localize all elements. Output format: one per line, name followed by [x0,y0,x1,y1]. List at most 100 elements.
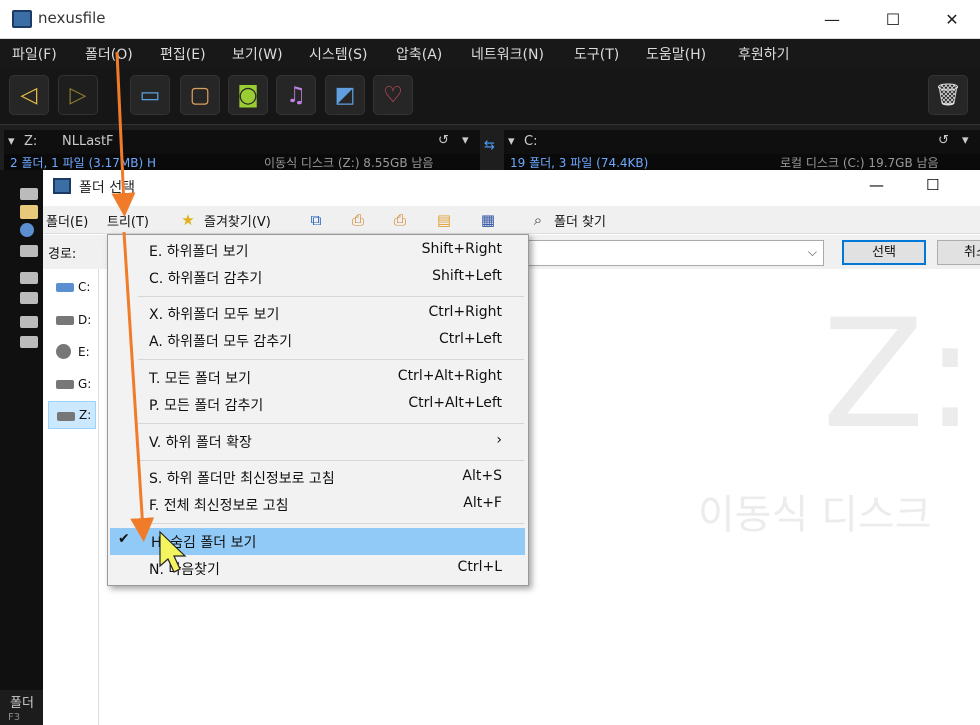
dialog-maximize-button[interactable]: ☐ [926,176,939,194]
tree-drive-e[interactable]: E: [48,337,96,367]
chevron-down-icon[interactable]: ▾ [508,134,515,149]
menu-separator [138,359,524,360]
network-icon[interactable] [20,223,34,237]
menu-item-show-all-folders[interactable]: T. 모든 폴더 보기 Ctrl+Alt+Right [108,364,528,391]
heart-icon: ♡ [383,82,403,108]
menu-item-hide-all-folders[interactable]: P. 모든 폴더 감추기 Ctrl+Alt+Left [108,391,528,418]
path-combo[interactable]: ⌵ [528,240,824,266]
drive-icon[interactable] [20,272,38,284]
cd-drive-icon[interactable] [20,292,38,304]
checkmark-icon: ✔ [118,531,130,547]
trash-icon: 🗑 [934,82,962,108]
menu-item-show-subfolders[interactable]: E. 하위폴더 보기 Shift+Right [108,237,528,264]
menu-edit[interactable]: 편집(E) [160,44,206,64]
trash-button[interactable]: 🗑 [928,75,968,115]
refresh-icon[interactable]: ↺ [438,133,449,148]
new-folder-icon[interactable]: ▤ [434,210,454,230]
menu-compress[interactable]: 압축(A) [396,44,442,64]
menu-item-show-all-subfolders[interactable]: X. 하위폴더 모두 보기 Ctrl+Right [108,300,528,327]
drive-icon[interactable] [20,336,38,348]
star-icon: ★ [181,211,195,229]
menu-donate[interactable]: 후원하기 [738,44,790,64]
menu-item-hide-all-subfolders[interactable]: A. 하위폴더 모두 감추기 Ctrl+Left [108,327,528,354]
menu-item-expand-subfolders[interactable]: V. 하위 폴더 확장 › [108,428,528,455]
app-icon [12,10,32,28]
folder-view-button[interactable]: ▢ [180,75,220,115]
cancel-button[interactable]: 취소 [937,240,980,265]
sync-arrows-icon[interactable]: ⇆ [484,138,495,153]
close-button[interactable]: ✕ [942,10,962,29]
bottom-left-panel: 폴더 F3 [0,690,43,725]
menu-help[interactable]: 도움말(H) [646,44,706,64]
left-path-folder[interactable]: NLLastF [62,134,114,149]
drive-label: G: [78,377,92,391]
select-button[interactable]: 선택 [842,240,926,265]
menu-separator [138,296,524,297]
folder-icon: ▢ [189,82,211,108]
forward-button[interactable]: ▷ [58,75,98,115]
terminal-icon: ▭ [139,82,161,108]
favorites-button[interactable]: ♡ [373,75,413,115]
right-path-bar[interactable]: ▾ C: ↺ ▾ [504,130,980,154]
menu-system[interactable]: 시스템(S) [309,44,367,64]
menu-item-refresh-all[interactable]: F. 전체 최신정보로 고침 Alt+F [108,491,528,518]
drive-icon[interactable] [20,245,38,257]
dialog-menu-find-folder[interactable]: 폴더 찾기 [554,211,606,230]
copy-folder-icon[interactable]: ⧉ [306,210,326,230]
music-icon: ♫ [286,82,306,108]
print-list-icon[interactable]: ⎙ [390,210,410,230]
drive-label: E: [78,345,90,359]
drive-label: D: [78,313,92,327]
left-path-bar[interactable]: ▾ Z: NLLastF ↺ ▾ [4,130,480,154]
drive-icon[interactable] [20,188,38,200]
dialog-minimize-button[interactable]: — [869,176,884,194]
dialog-menu-favorites[interactable]: 즐겨찾기(V) [204,211,271,230]
terminal-button[interactable]: ▭ [130,75,170,115]
chevron-down-icon[interactable]: ▾ [8,134,15,149]
menu-separator [138,460,524,461]
left-path-drive[interactable]: Z: [24,134,37,149]
film-icon[interactable]: ▦ [478,210,498,230]
back-button[interactable]: ◁ [9,75,49,115]
menu-network[interactable]: 네트워크(N) [471,44,544,64]
dropdown-icon[interactable]: ▾ [962,133,969,148]
menu-file[interactable]: 파일(F) [12,44,57,64]
dialog-menu-tree[interactable]: 트리(T) [107,211,149,230]
music-button[interactable]: ♫ [276,75,316,115]
path-label: 경로: [48,247,77,262]
video-button[interactable]: ◩ [325,75,365,115]
submenu-arrow-icon: › [496,432,502,448]
menu-item-refresh-subfolders[interactable]: S. 하위 폴더만 최신정보로 고침 Alt+S [108,464,528,491]
forward-arrow-icon: ▷ [69,82,87,108]
menu-item-hide-subfolders[interactable]: C. 하위폴더 감추기 Shift+Left [108,264,528,291]
dropdown-icon[interactable]: ▾ [462,133,469,148]
menu-view[interactable]: 보기(W) [232,44,283,64]
drive-label: C: [78,280,91,294]
magnifier-icon: ⌕ [533,211,543,229]
minimize-button[interactable]: — [822,10,842,29]
print-icon[interactable]: ⎙ [348,210,368,230]
folder-icon[interactable] [20,205,38,219]
dialog-app-icon [53,178,71,194]
tree-drive-z[interactable]: Z: [48,401,96,429]
maximize-button[interactable]: ☐ [883,10,903,29]
tree-context-menu: E. 하위폴더 보기 Shift+Right C. 하위폴더 감추기 Shift+L… [107,234,529,586]
menu-tools[interactable]: 도구(T) [574,44,619,64]
refresh-icon[interactable]: ↺ [938,133,949,148]
tree-drive-d[interactable]: D: [48,305,96,335]
tree-drive-g[interactable]: G: [48,369,96,399]
right-info-bar: 19 폴더, 3 파일 (74.4KB) 로컬 디스크 (C:) 19.7GB … [504,154,980,170]
menu-item-show-hidden-folders[interactable]: ✔ H. 숨김 폴더 보기 [110,528,525,555]
drive-icon[interactable] [20,316,38,328]
right-disk-info: 로컬 디스크 (C:) 19.7GB 남음 [780,156,939,170]
bottom-label: 폴더 [10,696,34,711]
chevron-down-icon[interactable]: ⌵ [808,245,817,260]
menu-item-find-next[interactable]: N. 다음찾기 Ctrl+L [108,555,528,582]
drive-label: Z: [79,408,92,422]
photo-button[interactable]: ◙ [228,75,268,115]
left-disk-info: 이동식 디스크 (Z:) 8.55GB 남음 [264,156,434,170]
menu-folder[interactable]: 폴더(O) [85,44,133,64]
dialog-menu-folder[interactable]: 폴더(E) [46,211,88,230]
right-path-drive[interactable]: C: [524,134,537,149]
tree-drive-c[interactable]: C: [48,272,96,302]
